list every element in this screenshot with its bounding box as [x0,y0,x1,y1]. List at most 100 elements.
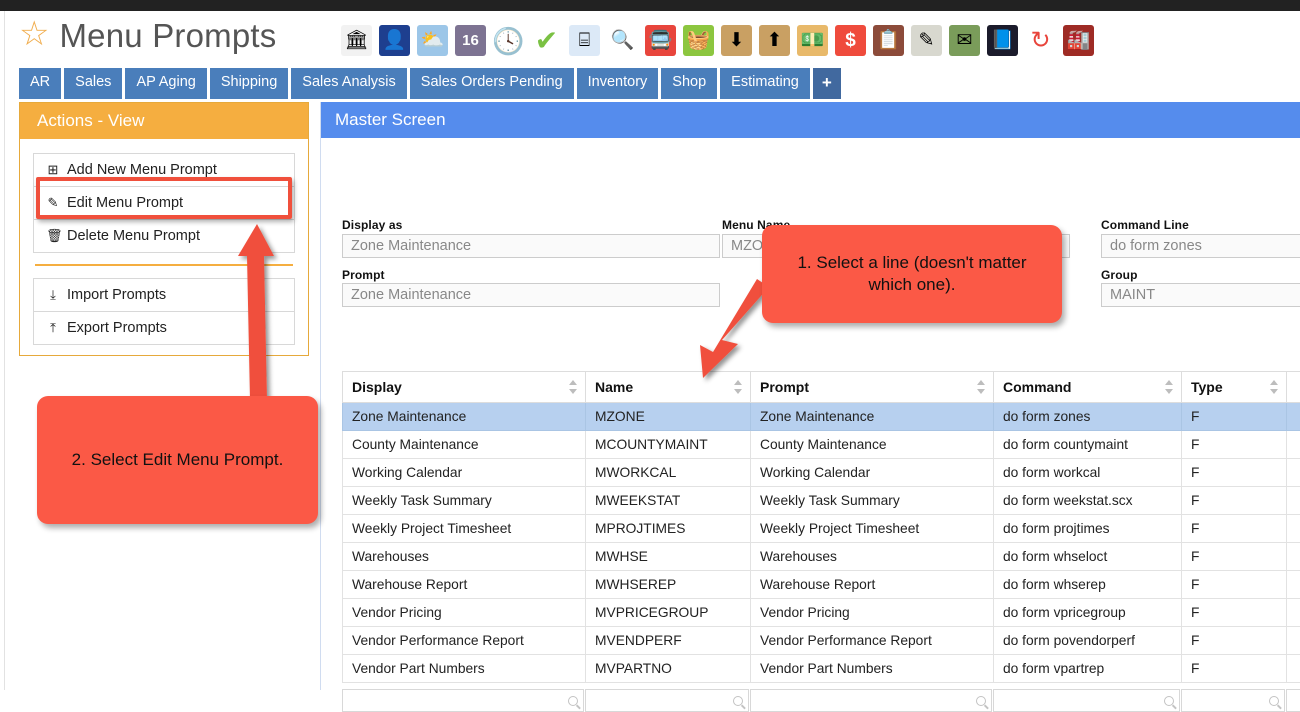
table-row[interactable]: WarehousesMWHSEWarehousesdo form whseloc… [343,543,1300,571]
price-bubble-icon[interactable]: $ [835,25,866,56]
table-cell-name: MPROJTIMES [586,515,751,543]
money-hands-icon[interactable]: 💵 [797,25,828,56]
search-icon[interactable] [1269,696,1279,706]
table-cell-prompt: Working Calendar [751,459,994,487]
checkmark-icon[interactable]: ✔ [531,25,562,56]
table-header-extra[interactable] [1287,372,1300,403]
table-row[interactable]: Warehouse ReportMWHSEREPWarehouse Report… [343,571,1300,599]
clock-icon[interactable]: 🕓 [493,25,524,56]
tab-shop[interactable]: Shop [661,68,717,99]
filter-input-extra[interactable] [1286,689,1300,712]
bank-icon[interactable]: 🏛 [341,25,372,56]
user-avatar-icon[interactable]: 👤 [379,25,410,56]
table-cell-display: County Maintenance [343,431,586,459]
table-header-row[interactable]: Display Name PromptCommandType [343,372,1300,403]
callout-select-edit: 2. Select Edit Menu Prompt. [37,396,318,524]
globe-book-icon[interactable]: 📘 [987,25,1018,56]
table-cell-name: MWORKCAL [586,459,751,487]
filter-input-command[interactable] [993,689,1180,712]
action-label: Export Prompts [67,320,167,336]
sort-toggle-icon[interactable] [1270,380,1279,394]
table-header-type[interactable]: Type [1182,372,1287,403]
command-line-field[interactable] [1101,234,1300,258]
table-cell-type: F [1182,543,1287,571]
action-add-new-menu-prompt[interactable]: ⊞Add New Menu Prompt [34,154,294,187]
refresh-swap-icon[interactable]: ↻ [1025,25,1056,56]
tab-ap-aging[interactable]: AP Aging [125,68,206,99]
table-cell-command: do form workcal [994,459,1182,487]
filter-input-type[interactable] [1181,689,1285,712]
sort-toggle-icon[interactable] [977,380,986,394]
export-box-icon[interactable]: ⬆ [759,25,790,56]
star-icon[interactable]: ☆ [19,17,49,51]
table-filter-row[interactable] [342,687,1300,712]
search-icon[interactable] [1164,696,1174,706]
action-import-prompts[interactable]: ⤓Import Prompts [34,279,294,312]
weather-icon[interactable]: ⛅ [417,25,448,56]
tab-inventory[interactable]: Inventory [577,68,659,99]
menu-prompts-table[interactable]: Display Name PromptCommandType Zone Mainte… [342,371,1300,683]
group-field[interactable] [1101,283,1300,307]
search-icon[interactable] [568,696,578,706]
tab-sales-orders-pending[interactable]: Sales Orders Pending [410,68,574,99]
tab-shipping[interactable]: Shipping [210,68,288,99]
table-row[interactable]: Vendor Performance ReportMVENDPERFVendor… [343,627,1300,655]
filter-input-prompt[interactable] [750,689,992,712]
icon-toolbar[interactable]: 🏛👤⛅16🕓✔⌸🔍🚍🧺⬇⬆💵$📋✎✉📘↻🏭 [341,25,1094,56]
table-cell-command: do form vpartrep [994,655,1182,683]
table-row[interactable]: Weekly Project TimesheetMPROJTIMESWeekly… [343,515,1300,543]
action-label: Import Prompts [67,287,166,303]
tab-estimating[interactable]: Estimating [720,68,810,99]
calendar-16-icon[interactable]: 16 [455,25,486,56]
tab-label: AR [30,75,50,91]
table-row[interactable]: Working CalendarMWORKCALWorking Calendar… [343,459,1300,487]
bus-icon[interactable]: 🚍 [645,25,676,56]
tab-sales[interactable]: Sales [64,68,122,99]
search-globe-icon[interactable]: 🔍 [607,25,638,56]
spreadsheet-icon[interactable]: ⌸ [569,25,600,56]
table-row[interactable]: County MaintenanceMCOUNTYMAINTCounty Mai… [343,431,1300,459]
filter-cell [993,687,1181,712]
sort-toggle-icon[interactable] [1165,380,1174,394]
filter-input-name[interactable] [585,689,749,712]
table-cell-prompt: Weekly Project Timesheet [751,515,994,543]
shopping-basket-icon[interactable]: 🧺 [683,25,714,56]
table-header-prompt[interactable]: Prompt [751,372,994,403]
table-header-display[interactable]: Display [343,372,586,403]
action-group-secondary: ⤓Import Prompts⤒Export Prompts [33,278,295,345]
pencil-envelope-icon[interactable]: ✎ [911,25,942,56]
action-export-prompts[interactable]: ⤒Export Prompts [34,312,294,345]
warehouse-icon[interactable]: 🏭 [1063,25,1094,56]
table-header-label: Name [595,379,633,395]
action-edit-menu-prompt[interactable]: ✎Edit Menu Prompt [34,187,294,220]
tab-ar[interactable]: AR [19,68,61,99]
table-cell-name: MWHSEREP [586,571,751,599]
search-icon[interactable] [733,696,743,706]
clipboard-icon[interactable]: 📋 [873,25,904,56]
table-body[interactable]: Zone MaintenanceMZONEZone Maintenancedo … [343,403,1300,683]
table-row[interactable]: Vendor PricingMVPRICEGROUPVendor Pricing… [343,599,1300,627]
filter-cell [342,687,585,712]
left-window-edge [0,11,5,690]
table-row[interactable]: Zone MaintenanceMZONEZone Maintenancedo … [343,403,1300,431]
filter-cell [1181,687,1286,712]
sort-toggle-icon[interactable] [569,380,578,394]
tab-sales-analysis[interactable]: Sales Analysis [291,68,407,99]
table-row[interactable]: Weekly Task SummaryMWEEKSTATWeekly Task … [343,487,1300,515]
search-icon[interactable] [976,696,986,706]
sort-toggle-icon[interactable] [734,380,743,394]
display-as-field[interactable] [342,234,720,258]
tab-bar[interactable]: AR SalesAP Aging Shipping Sales AnalysisSal… [19,68,841,99]
table-header-name[interactable]: Name [586,372,751,403]
action-label: Edit Menu Prompt [67,195,183,211]
filter-input-display[interactable] [342,689,584,712]
action-delete-menu-prompt[interactable]: 🗑Delete Menu Prompt [34,220,294,253]
tab-label: Shipping [221,75,277,91]
prompt-field[interactable] [342,283,720,307]
tab-add-button[interactable]: + [813,68,841,99]
money-envelope-icon[interactable]: ✉ [949,25,980,56]
page-title-group: ☆ Menu Prompts [19,17,276,55]
import-box-icon[interactable]: ⬇ [721,25,752,56]
table-header-command[interactable]: Command [994,372,1182,403]
table-row[interactable]: Vendor Part NumbersMVPARTNOVendor Part N… [343,655,1300,683]
